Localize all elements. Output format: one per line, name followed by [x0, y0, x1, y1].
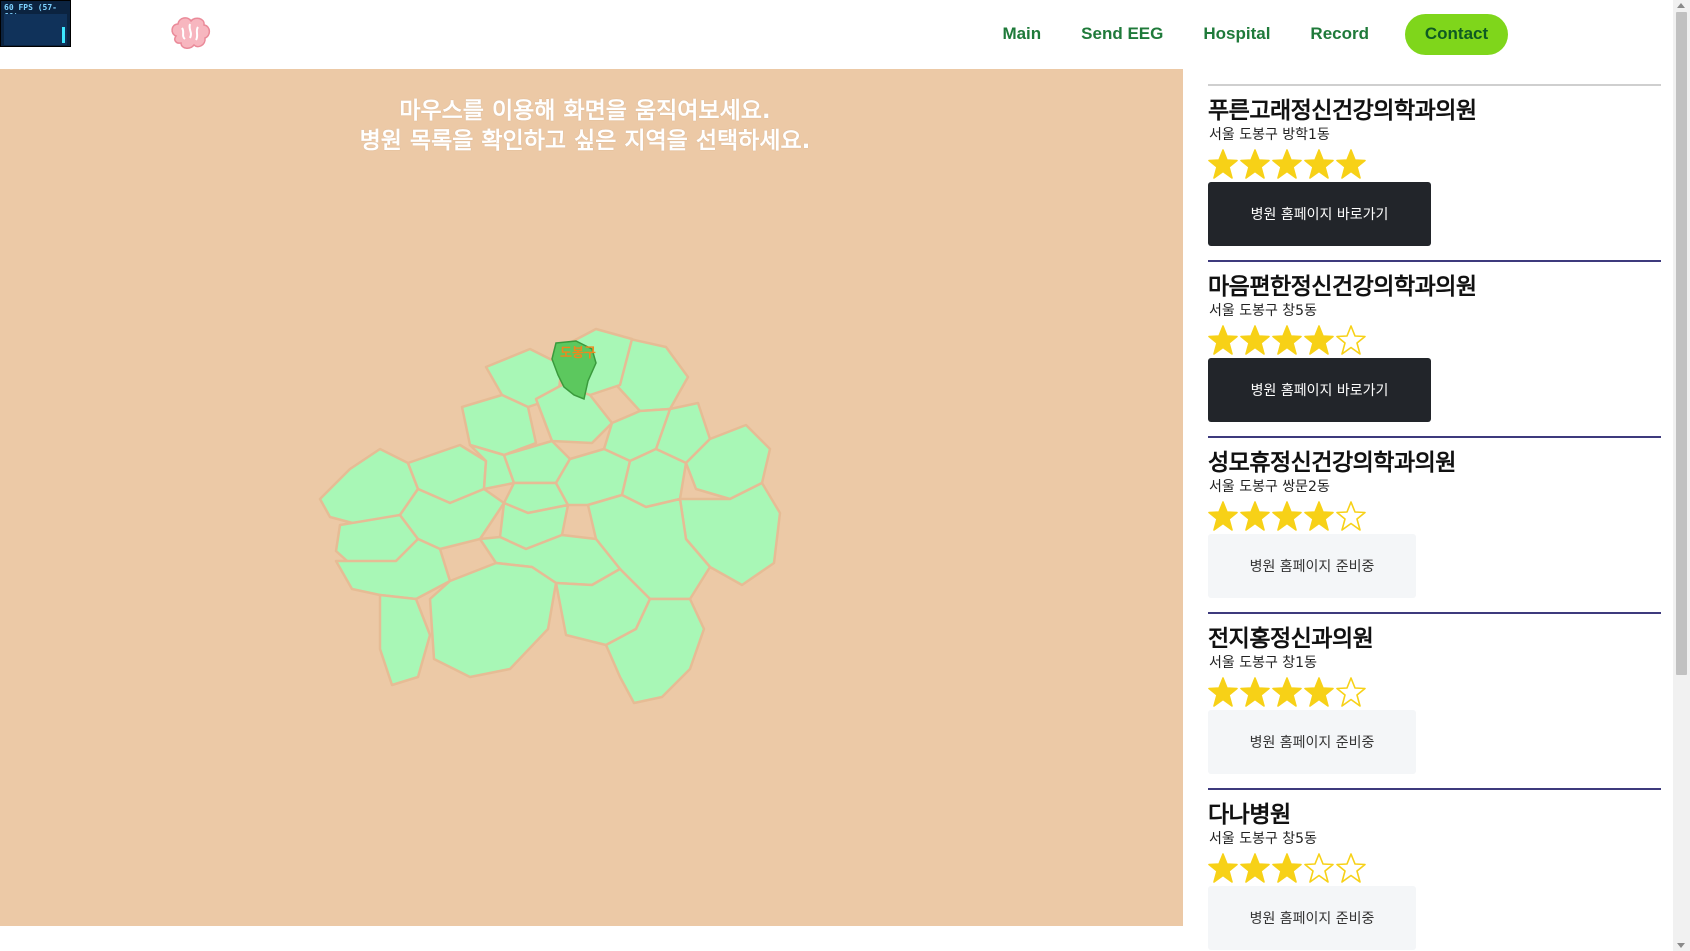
homepage-pending-button[interactable]: 병원 홈페이지 준비중	[1208, 534, 1416, 598]
nav-send-eeg[interactable]: Send EEG	[1081, 24, 1163, 44]
scroll-down-arrow-icon[interactable]	[1677, 943, 1685, 948]
nav-record[interactable]: Record	[1310, 24, 1369, 44]
star-empty-icon	[1304, 853, 1334, 883]
homepage-button[interactable]: 병원 홈페이지 바로가기	[1208, 358, 1431, 422]
star-filled-icon	[1240, 325, 1270, 355]
star-filled-icon	[1240, 501, 1270, 531]
rating-stars	[1208, 676, 1368, 708]
hospital-address: 서울 도봉구 창5동	[1209, 303, 1317, 319]
homepage-button[interactable]: 병원 홈페이지 바로가기	[1208, 182, 1431, 246]
star-filled-icon	[1240, 677, 1270, 707]
star-filled-icon	[1272, 853, 1302, 883]
hospital-card: 푸른고래정신건강의학과의원 서울 도봉구 방학1동 병원 홈페이지 바로가기	[1208, 84, 1661, 260]
rating-stars	[1208, 324, 1368, 356]
star-empty-icon	[1336, 501, 1366, 531]
rating-stars	[1208, 852, 1368, 884]
seoul-district-map[interactable]: 도봉구	[300, 299, 840, 719]
brain-logo-icon[interactable]	[168, 14, 212, 54]
district-geumcheon	[378, 593, 432, 687]
nav-hospital[interactable]: Hospital	[1203, 24, 1270, 44]
star-filled-icon	[1272, 501, 1302, 531]
map-panel[interactable]: 마우스를 이용해 화면을 움직여보세요. 병원 목록을 확인하고 싶은 지역을 …	[0, 69, 1183, 926]
star-filled-icon	[1240, 149, 1270, 179]
fps-meter: 60 FPS (57-60)	[0, 0, 71, 47]
hospital-address: 서울 도봉구 방학1동	[1209, 127, 1330, 143]
star-filled-icon	[1272, 677, 1302, 707]
star-filled-icon	[1240, 853, 1270, 883]
star-filled-icon	[1208, 149, 1238, 179]
nav-main[interactable]: Main	[1002, 24, 1041, 44]
hospital-name: 다나병원	[1208, 802, 1291, 828]
star-filled-icon	[1208, 325, 1238, 355]
star-empty-icon	[1336, 677, 1366, 707]
hospital-address: 서울 도봉구 창1동	[1209, 655, 1317, 671]
hospital-list[interactable]: 푸른고래정신건강의학과의원 서울 도봉구 방학1동 병원 홈페이지 바로가기 마…	[1208, 84, 1661, 951]
hospital-address: 서울 도봉구 쌍문2동	[1209, 479, 1330, 495]
hospital-name: 성모휴정신건강의학과의원	[1208, 450, 1456, 476]
star-filled-icon	[1304, 325, 1334, 355]
star-filled-icon	[1208, 501, 1238, 531]
hospital-card: 성모휴정신건강의학과의원 서울 도봉구 쌍문2동 병원 홈페이지 준비중	[1208, 436, 1661, 612]
selected-district-label: 도봉구	[560, 346, 596, 361]
star-filled-icon	[1304, 501, 1334, 531]
rating-stars	[1208, 500, 1368, 532]
star-filled-icon	[1208, 853, 1238, 883]
star-filled-icon	[1304, 677, 1334, 707]
map-instruction-line2: 병원 목록을 확인하고 싶은 지역을 선택하세요.	[359, 128, 811, 154]
star-filled-icon	[1272, 325, 1302, 355]
star-filled-icon	[1272, 149, 1302, 179]
hospital-name: 마음편한정신건강의학과의원	[1208, 274, 1477, 300]
star-empty-icon	[1336, 325, 1366, 355]
hospital-card: 마음편한정신건강의학과의원 서울 도봉구 창5동 병원 홈페이지 바로가기	[1208, 260, 1661, 436]
star-filled-icon	[1304, 149, 1334, 179]
fps-graph-bar	[62, 27, 65, 43]
hospital-name: 푸른고래정신건강의학과의원	[1208, 98, 1477, 124]
fps-graph	[4, 14, 67, 45]
hospital-address: 서울 도봉구 창5동	[1209, 831, 1317, 847]
hospital-name: 전지홍정신과의원	[1208, 626, 1374, 652]
homepage-pending-button[interactable]: 병원 홈페이지 준비중	[1208, 710, 1416, 774]
scroll-thumb[interactable]	[1676, 12, 1687, 675]
top-nav: Main Send EEG Hospital Record Contact	[962, 13, 1508, 55]
hospital-card: 다나병원 서울 도봉구 창5동 병원 홈페이지 준비중	[1208, 788, 1661, 951]
page-scrollbar[interactable]	[1673, 0, 1690, 951]
contact-button[interactable]: Contact	[1405, 13, 1508, 55]
scroll-up-arrow-icon[interactable]	[1677, 3, 1685, 8]
rating-stars	[1208, 148, 1368, 180]
hospital-card: 전지홍정신과의원 서울 도봉구 창1동 병원 홈페이지 준비중	[1208, 612, 1661, 788]
map-instruction-line1: 마우스를 이용해 화면을 움직여보세요.	[399, 98, 771, 124]
homepage-pending-button[interactable]: 병원 홈페이지 준비중	[1208, 886, 1416, 950]
star-empty-icon	[1336, 853, 1366, 883]
star-filled-icon	[1208, 677, 1238, 707]
star-filled-icon	[1336, 149, 1366, 179]
